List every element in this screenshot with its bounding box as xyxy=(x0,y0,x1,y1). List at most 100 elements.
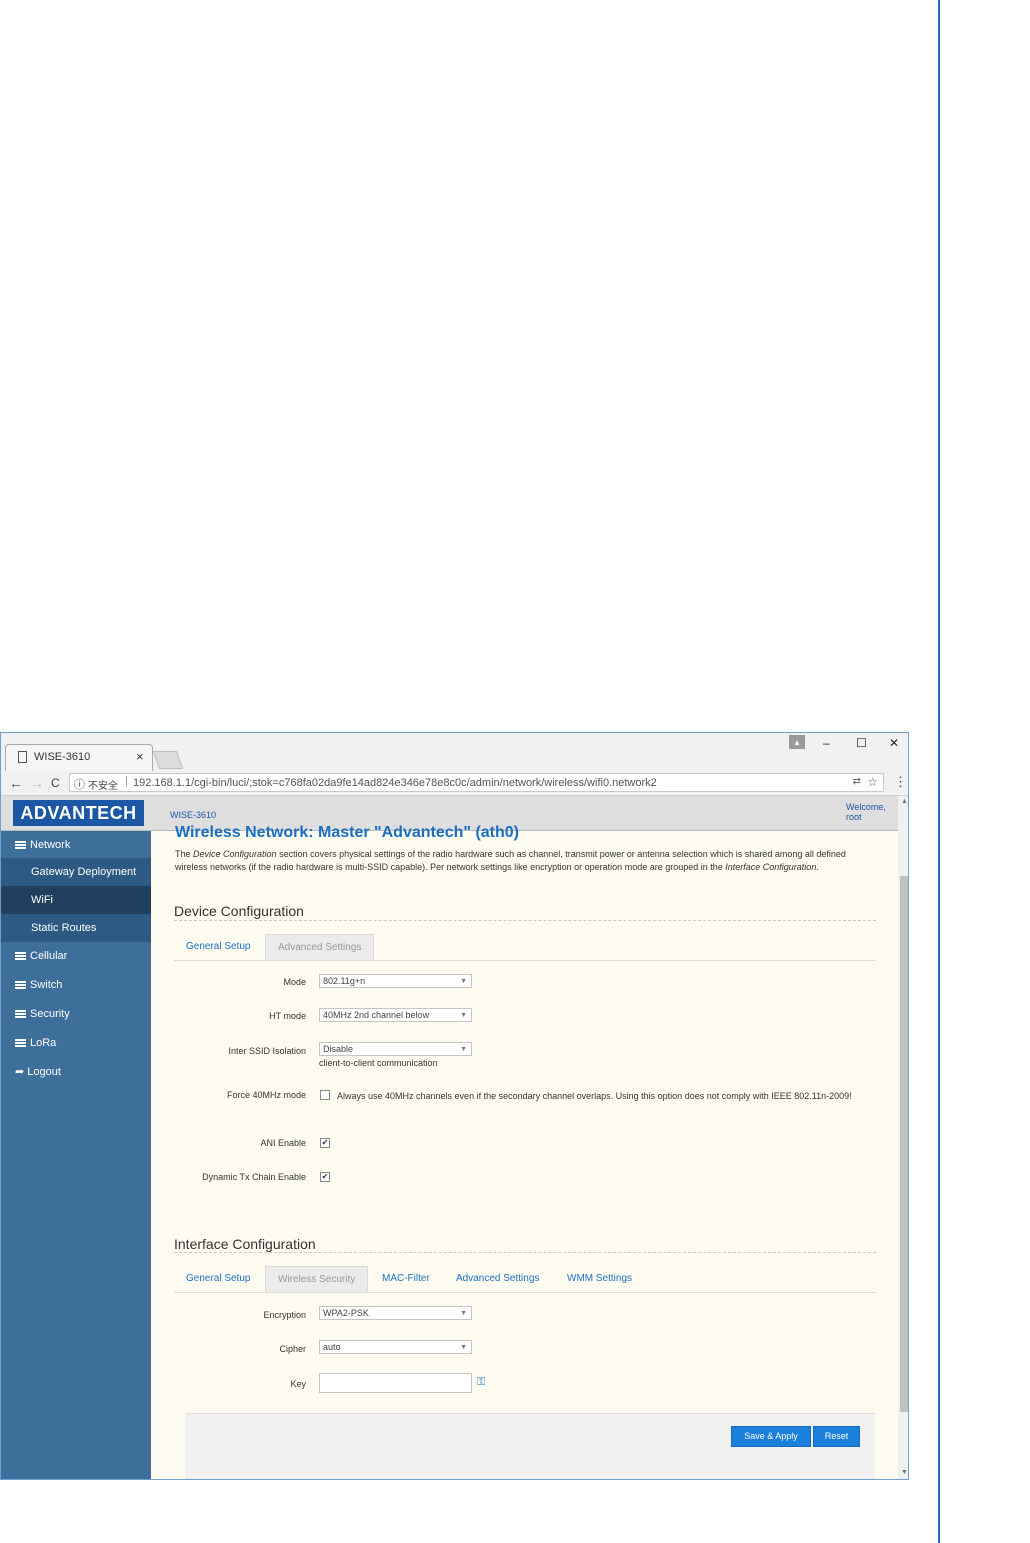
mode-value: 802.11g+n xyxy=(323,976,366,986)
url-text: 192.168.1.1/cgi-bin/luci/;stok=c768fa02d… xyxy=(133,777,657,789)
desc-text: The xyxy=(175,849,194,859)
address-bar: ← → C ⓘ 不安全 | 192.168.1.1/cgi-bin/luci/;… xyxy=(1,771,908,796)
close-window-button[interactable]: ✕ xyxy=(889,736,899,750)
isolation-value: Disable xyxy=(323,1044,354,1054)
interface-config-tabs: General Setup Wireless Security MAC-Filt… xyxy=(174,1266,876,1293)
sidebar-item-label: Switch xyxy=(30,979,63,991)
sidebar-item-cellular[interactable]: Cellular xyxy=(1,942,151,970)
scroll-up-icon[interactable]: ▲ xyxy=(901,798,908,805)
sidebar-item-security[interactable]: Security xyxy=(1,1000,151,1028)
chevron-down-icon: ▼ xyxy=(460,1310,467,1317)
reveal-password-icon[interactable]: ⚿ xyxy=(477,1376,485,1389)
welcome-user: root xyxy=(846,812,862,822)
section-divider xyxy=(174,1252,876,1253)
sidebar-item-label: Static Routes xyxy=(31,922,97,934)
isolation-label: Inter SSID Isolation xyxy=(228,1046,306,1056)
page-scrollbar[interactable]: ▲ ▼ xyxy=(898,796,908,1479)
encryption-label: Encryption xyxy=(263,1310,306,1320)
encryption-select[interactable]: WPA2-PSK ▼ xyxy=(319,1306,472,1320)
sidebar-item-gateway-deployment[interactable]: Gateway Deployment xyxy=(1,858,151,886)
action-bar: Save & Apply Reset xyxy=(185,1413,875,1479)
dyn-tx-checkbox[interactable]: ✔ xyxy=(320,1172,330,1182)
device-config-tabs: General Setup Advanced Settings xyxy=(174,934,876,961)
isolation-select[interactable]: Disable ▼ xyxy=(319,1042,472,1056)
force40-text: Always use 40MHz channels even if the se… xyxy=(337,1091,852,1101)
page-margin-rule xyxy=(938,0,940,1543)
translate-icon[interactable]: ⇄ xyxy=(853,776,861,787)
url-input[interactable]: ⓘ 不安全 | 192.168.1.1/cgi-bin/luci/;stok=c… xyxy=(69,773,884,792)
info-icon[interactable]: ⓘ xyxy=(74,776,85,792)
sidebar-item-switch[interactable]: Switch xyxy=(1,971,151,999)
page-icon xyxy=(18,751,27,763)
tab-close-icon[interactable]: × xyxy=(136,749,144,764)
tab-general-setup[interactable]: General Setup xyxy=(174,934,263,960)
chevron-down-icon: ▼ xyxy=(460,978,467,985)
new-tab-button[interactable] xyxy=(152,751,184,769)
forward-button[interactable]: → xyxy=(30,775,44,791)
minimize-button[interactable]: – xyxy=(823,736,830,750)
tab-title: WISE-3610 xyxy=(34,751,91,763)
page-viewport: ADVANTECH WISE-3610 Welcome, root Networ… xyxy=(1,796,898,1479)
desc-emphasis: Interface Configuration xyxy=(725,862,817,872)
ht-mode-value: 40MHz 2nd channel below xyxy=(323,1010,430,1020)
key-input[interactable] xyxy=(319,1373,472,1393)
device-name: WISE-3610 xyxy=(170,810,217,820)
sidebar-item-wifi[interactable]: WiFi xyxy=(1,886,151,914)
force40-description: Always use 40MHz channels even if the se… xyxy=(306,1088,866,1104)
welcome-text: Welcome, root xyxy=(846,802,886,822)
mode-label: Mode xyxy=(283,977,306,987)
isolation-hint: client-to-client communication xyxy=(319,1058,438,1068)
profile-icon[interactable]: ▴ xyxy=(789,735,805,749)
url-separator: | xyxy=(125,775,128,787)
cipher-label: Cipher xyxy=(279,1344,306,1354)
chevron-down-icon: ▼ xyxy=(460,1046,467,1053)
ht-mode-select[interactable]: 40MHz 2nd channel below ▼ xyxy=(319,1008,472,1022)
force40-label: Force 40MHz mode xyxy=(226,1090,306,1100)
sidebar-item-label: Gateway Deployment xyxy=(31,866,137,878)
tab-advanced-settings[interactable]: Advanced Settings xyxy=(444,1266,551,1292)
list-icon xyxy=(15,1010,26,1019)
menu-icon[interactable]: ⋮ xyxy=(894,774,907,790)
back-button[interactable]: ← xyxy=(9,775,23,791)
tab-wireless-security[interactable]: Wireless Security xyxy=(265,1266,369,1292)
list-icon xyxy=(15,981,26,990)
cipher-select[interactable]: auto ▼ xyxy=(319,1340,472,1354)
tab-advanced-settings[interactable]: Advanced Settings xyxy=(265,934,375,960)
maximize-button[interactable]: ☐ xyxy=(856,736,867,750)
desc-emphasis: Device Configuration xyxy=(193,849,277,859)
save-apply-button[interactable]: Save & Apply xyxy=(731,1426,811,1447)
tab-general-setup[interactable]: General Setup xyxy=(174,1266,263,1292)
scroll-down-icon[interactable]: ▼ xyxy=(901,1469,908,1476)
device-config-heading: Device Configuration xyxy=(174,903,304,919)
sidebar-item-network[interactable]: Network xyxy=(1,831,151,859)
reset-button[interactable]: Reset xyxy=(813,1426,860,1447)
ht-mode-label: HT mode xyxy=(269,1011,306,1021)
mode-select[interactable]: 802.11g+n ▼ xyxy=(319,974,472,988)
sidebar-item-label: Logout xyxy=(27,1066,61,1078)
page-description: The Device Configuration section covers … xyxy=(175,848,865,874)
chevron-down-icon: ▼ xyxy=(460,1012,467,1019)
scrollbar-thumb[interactable] xyxy=(900,876,908,1412)
key-label: Key xyxy=(290,1379,306,1389)
sidebar: Network Gateway Deployment WiFi Static R… xyxy=(1,831,151,1479)
desc-text: . xyxy=(816,862,819,872)
sidebar-item-lora[interactable]: LoRa xyxy=(1,1029,151,1057)
section-divider xyxy=(174,920,876,921)
logout-icon: ➦ xyxy=(15,1066,28,1078)
tab-wmm-settings[interactable]: WMM Settings xyxy=(555,1266,644,1292)
sidebar-item-label: Network xyxy=(30,839,71,851)
tab-mac-filter[interactable]: MAC-Filter xyxy=(370,1266,442,1292)
dyn-tx-label: Dynamic Tx Chain Enable xyxy=(202,1172,306,1182)
sidebar-item-label: Security xyxy=(30,1008,70,1020)
browser-tab[interactable]: WISE-3610 × xyxy=(5,744,153,771)
reload-button[interactable]: C xyxy=(51,776,60,790)
star-icon[interactable]: ☆ xyxy=(867,775,878,789)
list-icon xyxy=(15,1039,26,1048)
sidebar-item-static-routes[interactable]: Static Routes xyxy=(1,914,151,942)
main-content: Wireless Network: Master "Advantech" (at… xyxy=(151,824,898,1479)
ani-checkbox[interactable]: ✔ xyxy=(320,1138,330,1148)
sidebar-item-logout[interactable]: ➦ Logout xyxy=(1,1058,151,1086)
browser-titlebar: WISE-3610 × ▴ – ☐ ✕ xyxy=(1,733,908,771)
encryption-value: WPA2-PSK xyxy=(323,1308,369,1318)
browser-window: WISE-3610 × ▴ – ☐ ✕ ← → C ⓘ 不安全 | 192.16… xyxy=(0,732,909,1480)
